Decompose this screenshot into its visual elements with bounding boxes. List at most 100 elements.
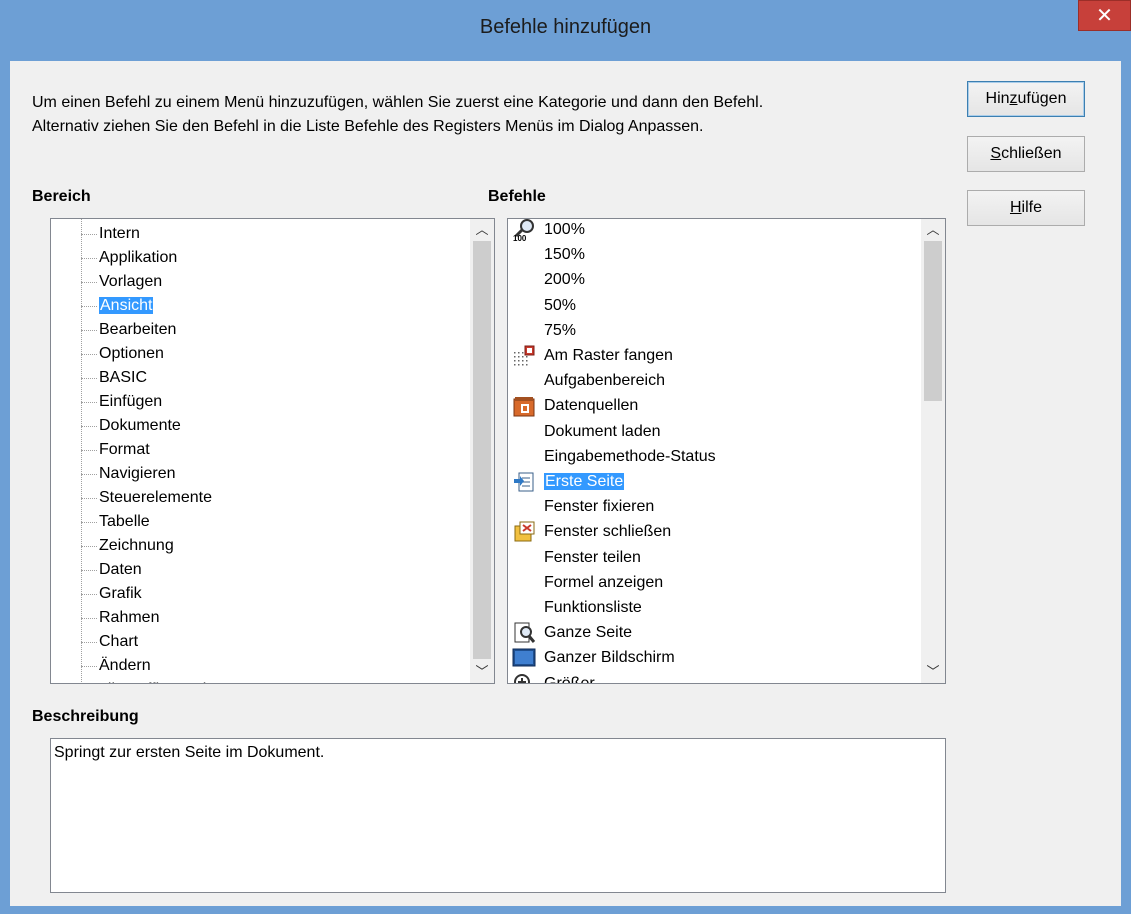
bereich-item[interactable]: Vorlagen [99,270,162,294]
befehl-item[interactable]: Erste Seite [544,469,625,494]
bereich-item[interactable]: BASIC [99,366,147,390]
befehl-item-label: Eingabemethode-Status [544,447,716,465]
befehl-item[interactable]: Datenquellen [544,393,638,418]
bereich-label: Bereich [32,188,91,205]
add-button-label: Hin [985,90,1010,107]
tree-connector [81,546,97,547]
befehl-item[interactable]: Ganzer Bildschirm [544,645,675,670]
befehl-item[interactable]: Fenster schließen [544,519,671,544]
befehl-item[interactable]: Fenster teilen [544,545,641,570]
title-bar[interactable]: Befehle hinzufügen ✕ [0,0,1131,60]
scroll-down-icon[interactable]: ﹀ [921,661,945,683]
befehl-item[interactable]: 75% [544,318,576,343]
befehl-item-label: Erste Seite [544,473,625,490]
bereich-item[interactable]: Navigieren [99,462,175,486]
befehl-item[interactable]: Eingabemethode-Status [544,444,716,469]
bereich-item[interactable]: Ändern [99,654,151,678]
befehle-list[interactable]: 100 100% 150% 200% 50% 75% Am Raster fangen Auf… [507,218,946,684]
bereich-item[interactable]: Tabelle [99,510,150,534]
befehl-item[interactable]: Dokument laden [544,419,661,444]
bereich-item[interactable]: Daten [99,558,142,582]
beschreibung-label: Beschreibung [32,708,139,725]
bereich-item[interactable]: Intern [99,222,140,246]
bereich-item[interactable]: Ansicht [99,294,154,318]
befehl-item[interactable]: Aufgabenbereich [544,368,665,393]
tree-connector [81,474,97,475]
befehl-item-label: Dokument laden [544,422,661,440]
bereich-item[interactable]: Rahmen [99,606,159,630]
bereich-item-label: Ändern [99,657,151,674]
befehl-item[interactable]: 50% [544,293,576,318]
close-icon: ✕ [1096,5,1113,27]
tree-connector [81,258,97,259]
bereich-item-label: Vorlagen [99,273,163,290]
bereich-item[interactable]: Zeichnung [99,534,174,558]
bereich-item-label: Navigieren [99,465,176,482]
befehl-item-label: 150% [544,246,585,264]
bereich-item[interactable]: Bearbeiten [99,318,176,342]
scroll-down-icon[interactable]: ﹀ [470,661,494,683]
scroll-up-icon[interactable]: ︿ [470,219,494,241]
description-box: Springt zur ersten Seite im Dokument. [50,738,946,893]
befehle-scrollbar[interactable]: ︿ ﹀ [921,219,945,683]
befehl-item[interactable]: Größer [544,671,595,683]
bereich-item-label: Steuerelemente [99,489,212,506]
tree-connector [81,498,97,499]
close-window-icon [512,520,536,544]
befehl-item[interactable]: Fenster fixieren [544,494,654,519]
bereich-item[interactable]: Chart [99,630,138,654]
close-button-accel: S [990,145,1002,162]
close-button-label: chließen [1001,145,1062,162]
befehl-item-label: 200% [544,271,585,289]
tree-connector [81,378,97,379]
befehl-item[interactable]: 100% [544,219,585,242]
befehl-item-label: Formel anzeigen [544,573,664,591]
tree-connector [81,642,97,643]
befehl-item[interactable]: 200% [544,267,585,292]
befehl-item-label: Ganzer Bildschirm [544,649,675,667]
befehle-scroll-thumb[interactable] [924,241,942,401]
befehl-item[interactable]: 150% [544,242,585,267]
intro-text: Um einen Befehl zu einem Menü hinzuzufüg… [32,91,763,139]
bereich-item[interactable]: Format [99,438,150,462]
befehle-label: Befehle [488,188,546,205]
bereich-item-label: Zeichnung [99,537,174,554]
help-button[interactable]: Hilfe [967,190,1085,226]
befehl-item[interactable]: Am Raster fangen [544,343,673,368]
bereich-item[interactable]: Steuerelemente [99,486,212,510]
svg-text:100: 100 [513,234,527,242]
bereich-item-label: Bearbeiten [99,321,177,338]
befehl-item[interactable]: Funktionsliste [544,595,642,620]
bereich-item[interactable]: Grafik [99,582,142,606]
befehl-item-label: Fenster fixieren [544,498,655,516]
tree-connector [81,354,97,355]
bereich-item[interactable]: Einfügen [99,390,162,414]
close-dialog-button[interactable]: Schließen [967,136,1085,172]
bereich-item[interactable]: Dokumente [99,414,181,438]
bereich-item-label: Chart [99,633,139,650]
bereich-item[interactable]: Optionen [99,342,164,366]
whole-page-icon [512,621,536,645]
bereich-item-macros[interactable]: LibreOffice Makros [99,678,233,683]
befehl-item-label: 100% [544,221,585,238]
bereich-item-label: Optionen [99,345,164,362]
tree-connector [81,618,97,619]
befehl-item-label: Am Raster fangen [544,347,673,364]
befehl-item-label: Funktionsliste [544,599,642,616]
befehl-item-label: 50% [544,296,577,314]
bereich-item[interactable]: Applikation [99,246,177,270]
zoom-100-icon: 100 [512,219,536,243]
close-button[interactable]: ✕ [1078,0,1131,31]
bereich-item-label: Tabelle [99,513,150,530]
tree-connector-line [81,219,82,683]
bereich-scroll-thumb[interactable] [473,241,491,659]
bereich-scrollbar[interactable]: ︿ ﹀ [470,219,494,683]
first-page-icon [512,470,536,494]
dialog-body: Um einen Befehl zu einem Menü hinzuzufüg… [10,61,1121,906]
tree-connector [81,522,97,523]
befehl-item[interactable]: Ganze Seite [544,620,632,645]
scroll-up-icon[interactable]: ︿ [921,219,945,241]
befehl-item[interactable]: Formel anzeigen [544,570,663,595]
add-button[interactable]: Hinzufügen [967,81,1085,117]
bereich-tree[interactable]: Intern Applikation Vorlagen Ansicht Bearbeit… [50,218,495,684]
